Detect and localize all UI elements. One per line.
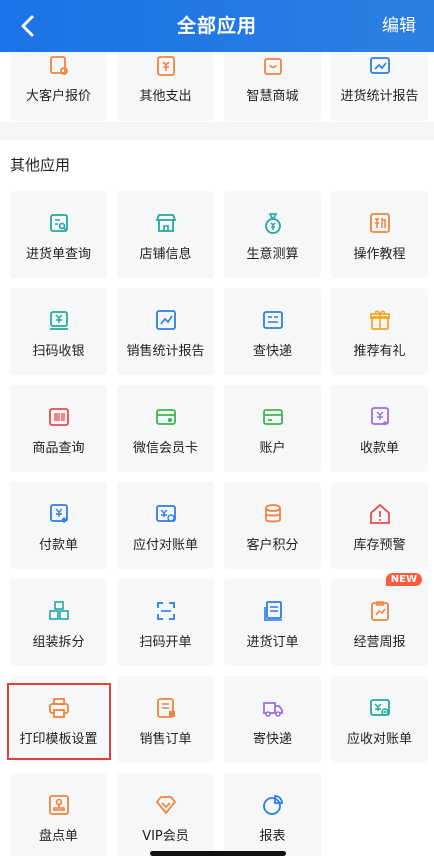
app-tile[interactable]: 寄快递 (224, 676, 321, 763)
app-tile[interactable]: 其他支出 (117, 52, 214, 121)
app-tile[interactable]: 进货订单 (224, 579, 321, 666)
app-tile[interactable]: 库存预警 (331, 482, 428, 569)
app-label: 账户 (259, 441, 286, 456)
app-label: 付款单 (38, 538, 78, 553)
card-icon (224, 405, 321, 431)
express-query-icon (224, 308, 321, 334)
app-label: 寄快递 (252, 732, 292, 747)
yuan-list-icon (117, 54, 214, 80)
page-title: 全部应用 (176, 15, 257, 37)
app-tile[interactable]: 账户 (224, 385, 321, 472)
top-navigation-bar: 全部应用 编辑 (0, 0, 434, 52)
app-label: 进货单查询 (25, 247, 91, 262)
store-icon (117, 211, 214, 237)
app-label: 收款单 (359, 441, 399, 456)
payment-out-icon (10, 502, 107, 528)
app-tile[interactable]: 进货统计报告 (331, 52, 428, 121)
app-tile[interactable]: 销售统计报告 (117, 288, 214, 375)
app-tile[interactable]: 报表 (224, 773, 321, 856)
app-tile[interactable]: 付款单 (10, 482, 107, 569)
edit-button[interactable]: 编辑 (382, 0, 416, 52)
app-label: 组装拆分 (32, 635, 85, 650)
app-tile[interactable]: 销售订单 (117, 676, 214, 763)
truck-icon (224, 696, 321, 722)
coins-icon (224, 502, 321, 528)
app-label: 商品查询 (32, 441, 85, 456)
vip-diamond-icon (117, 793, 214, 819)
warning-house-icon (331, 502, 428, 528)
selection-highlight (7, 683, 111, 760)
app-label: 操作教程 (353, 247, 406, 262)
app-label: 推荐有礼 (353, 344, 406, 359)
home-indicator (150, 851, 286, 856)
app-label: 生意测算 (246, 247, 299, 262)
gift-icon (331, 308, 428, 334)
app-label: 销售订单 (139, 732, 192, 747)
app-label: 库存预警 (353, 538, 406, 553)
app-label: 进货订单 (246, 635, 299, 650)
app-label: 查快递 (252, 344, 292, 359)
app-label: 其他支出 (139, 89, 192, 104)
app-tile[interactable]: 收款单 (331, 385, 428, 472)
chart-icon (331, 54, 428, 80)
app-tile[interactable]: VIP会员 (117, 773, 214, 856)
app-tile[interactable]: 进货单查询 (10, 191, 107, 278)
app-label: 进货统计报告 (340, 89, 419, 104)
money-bag-icon (224, 211, 321, 237)
mall-icon (224, 54, 321, 80)
app-tile[interactable]: 扫码开单 (117, 579, 214, 666)
app-tile[interactable]: 扫码收银 (10, 288, 107, 375)
app-tile[interactable]: 智慧商城 (224, 52, 321, 121)
app-label: 应付对账单 (132, 538, 198, 553)
app-label: 报表 (259, 829, 286, 844)
app-label: 盘点单 (38, 829, 78, 844)
app-tile[interactable]: 推荐有礼 (331, 288, 428, 375)
payable-statement-icon (117, 502, 214, 528)
receipt-in-icon (331, 405, 428, 431)
app-tile[interactable]: 组装拆分 (10, 579, 107, 666)
app-tile[interactable]: 查快递 (224, 288, 321, 375)
price-tag-icon (10, 54, 107, 80)
weekly-report-icon (331, 599, 428, 625)
new-badge: NEW (385, 573, 422, 586)
app-tile[interactable]: 应收对账单 (331, 676, 428, 763)
section-title: 其他应用 (10, 156, 71, 174)
app-tile[interactable]: 盘点单 (10, 773, 107, 856)
barcode-icon (10, 405, 107, 431)
app-tile[interactable]: 大客户报价 (10, 52, 107, 121)
app-tile[interactable]: 客户积分 (224, 482, 321, 569)
app-label: 扫码收银 (32, 344, 85, 359)
cash-scan-icon (10, 308, 107, 334)
app-label: 应收对账单 (346, 732, 412, 747)
sales-order-icon (117, 696, 214, 722)
app-tile[interactable]: 操作教程 (331, 191, 428, 278)
recent-apps-grid: 大客户报价 其他支出 智慧商城 进货统计报告 (10, 52, 428, 121)
stamp-icon (10, 793, 107, 819)
wechat-card-icon (117, 405, 214, 431)
app-label: 大客户报价 (25, 89, 91, 104)
app-label: 经营周报 (353, 635, 406, 650)
app-tile[interactable]: 商品查询 (10, 385, 107, 472)
app-label: 智慧商城 (246, 89, 299, 104)
receivable-statement-icon (331, 696, 428, 722)
app-label: 微信会员卡 (132, 441, 198, 456)
app-tile[interactable]: 店铺信息 (117, 191, 214, 278)
purchase-order-icon (224, 599, 321, 625)
pie-chart-icon (224, 793, 321, 819)
new-tutorial-icon (331, 211, 428, 237)
app-tile[interactable]: 应付对账单 (117, 482, 214, 569)
app-label: 客户积分 (246, 538, 299, 553)
search-doc-icon (10, 211, 107, 237)
app-label: 扫码开单 (139, 635, 192, 650)
app-tile[interactable]: 生意测算 (224, 191, 321, 278)
app-tile[interactable]: 微信会员卡 (117, 385, 214, 472)
trend-chart-icon (117, 308, 214, 334)
app-label: 店铺信息 (139, 247, 192, 262)
app-tile[interactable]: 经营周报 NEW (331, 573, 428, 666)
app-label: VIP会员 (142, 829, 189, 844)
cubes-icon (10, 599, 107, 625)
scan-frame-icon (117, 599, 214, 625)
app-label: 销售统计报告 (126, 344, 205, 359)
recent-apps-section: 大客户报价 其他支出 智慧商城 进货统计报告 (0, 52, 434, 122)
